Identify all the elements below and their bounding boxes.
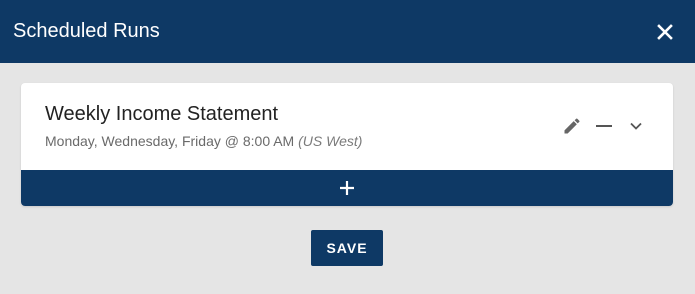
- dialog-title: Scheduled Runs: [13, 20, 160, 42]
- minus-icon: [596, 125, 612, 127]
- edit-icon: [564, 118, 580, 134]
- dialog-header: Scheduled Runs: [0, 0, 695, 63]
- run-title: Weekly Income Statement: [45, 103, 279, 125]
- save-button[interactable]: SAVE: [311, 230, 383, 266]
- run-schedule: Monday, Wednesday, Friday @ 8:00 AM (US …: [45, 133, 362, 149]
- expand-button[interactable]: [623, 113, 649, 139]
- edit-button[interactable]: [559, 113, 585, 139]
- close-icon: [657, 23, 673, 40]
- run-timezone: (US West): [298, 133, 363, 149]
- run-actions: [553, 113, 649, 139]
- scheduled-run-body: Weekly Income Statement Monday, Wednesda…: [21, 83, 673, 170]
- run-schedule-text: Monday, Wednesday, Friday @ 8:00 AM: [45, 133, 295, 149]
- chevron-down-icon: [630, 122, 642, 130]
- plus-icon: [340, 181, 354, 195]
- close-button[interactable]: [650, 17, 680, 47]
- add-run-button[interactable]: [21, 170, 673, 206]
- collapse-button[interactable]: [591, 113, 617, 139]
- scheduled-run-card: Weekly Income Statement Monday, Wednesda…: [21, 83, 673, 206]
